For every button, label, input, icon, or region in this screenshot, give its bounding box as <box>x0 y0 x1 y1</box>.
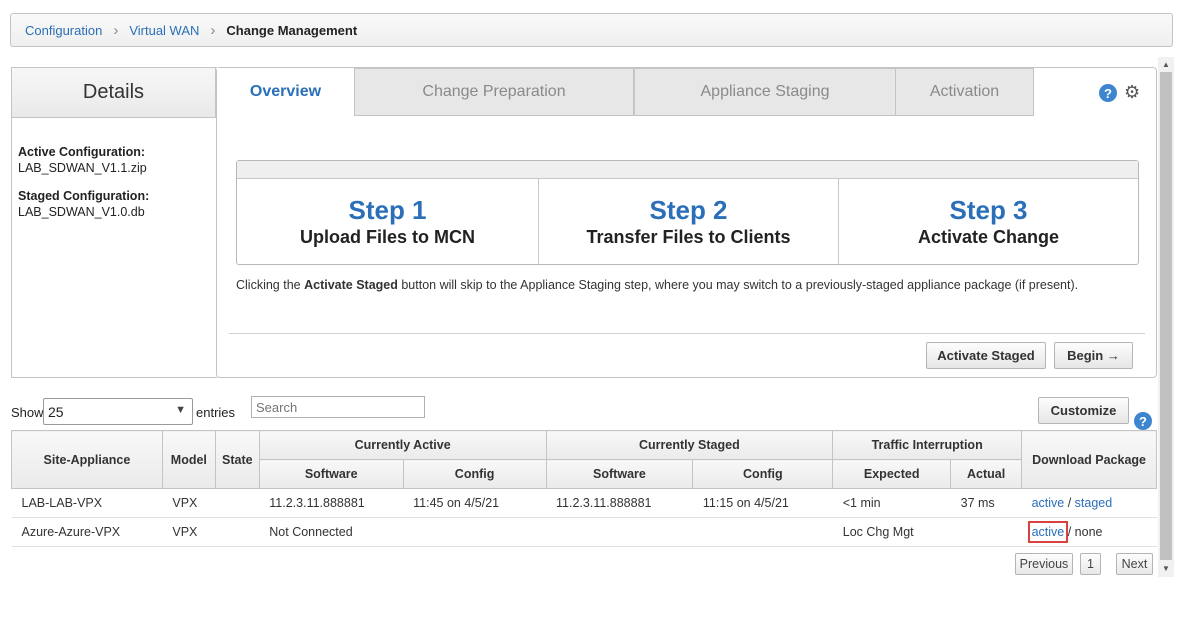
staged-config-value: LAB_SDWAN_V1.0.db <box>18 205 145 219</box>
appliance-table: Site-Appliance Model State Currently Act… <box>11 430 1157 547</box>
cell-site: Azure-Azure-VPX <box>11 517 163 547</box>
activate-staged-info: Clicking the Activate Staged button will… <box>236 278 1078 292</box>
activate-staged-button[interactable]: Activate Staged <box>926 342 1046 369</box>
header-download-package: Download Package <box>1021 430 1157 489</box>
download-separator: / <box>1067 525 1072 539</box>
change-management-wizard: Overview Change Preparation Appliance St… <box>216 67 1157 378</box>
cell-expected: <1 min <box>832 488 951 518</box>
header-actual[interactable]: Actual <box>950 459 1023 489</box>
header-staged-software[interactable]: Software <box>545 459 694 489</box>
gear-icon[interactable]: ⚙ <box>1124 83 1140 101</box>
cell-active-software: Not Connected <box>259 517 404 547</box>
cell-staged-config: 11:15 on 4/5/21 <box>692 488 833 518</box>
chevron-right-icon: › <box>113 21 119 39</box>
header-traffic-interruption: Traffic Interruption <box>832 430 1023 460</box>
details-title: Details <box>11 67 216 118</box>
cell-site: LAB-LAB-VPX <box>11 488 163 518</box>
scroll-up-icon[interactable]: ▲ <box>1160 59 1172 71</box>
header-active-software[interactable]: Software <box>258 459 404 489</box>
entries-label: entries <box>196 405 236 420</box>
cell-staged-config <box>692 517 833 547</box>
page-number-button[interactable]: 1 <box>1080 553 1101 575</box>
chevron-right-icon: › <box>210 21 216 39</box>
cell-active-config: 11:45 on 4/5/21 <box>403 488 547 518</box>
download-none-text: none <box>1074 525 1103 539</box>
page-size-select[interactable]: 25 ▼ <box>43 398 193 425</box>
cell-staged-software: 11.2.3.11.888881 <box>546 488 693 518</box>
cell-actual <box>950 517 1022 547</box>
tab-change-preparation[interactable]: Change Preparation <box>354 68 634 116</box>
details-body: Active Configuration: LAB_SDWAN_V1.1.zip… <box>12 118 217 220</box>
info-prefix: Clicking the <box>236 278 305 292</box>
cell-active-software: 11.2.3.11.888881 <box>259 488 404 518</box>
cell-model: VPX <box>162 488 216 518</box>
table-help-icon[interactable]: ? <box>1134 412 1152 430</box>
cell-staged-software <box>546 517 693 547</box>
header-currently-active: Currently Active <box>258 430 547 460</box>
step-3: Step 3 Activate Change <box>838 179 1138 264</box>
begin-button[interactable]: Begin → <box>1054 342 1133 369</box>
scroll-down-icon[interactable]: ▼ <box>1160 563 1172 575</box>
search-input[interactable] <box>251 396 425 418</box>
scroll-thumb[interactable] <box>1160 72 1172 560</box>
step-2: Step 2 Transfer Files to Clients <box>538 179 838 264</box>
step-description: Transfer Files to Clients <box>586 226 791 247</box>
step-number: Step 2 <box>649 194 728 225</box>
download-staged-link[interactable]: staged <box>1075 496 1113 510</box>
step-description: Upload Files to MCN <box>300 226 475 247</box>
cell-model: VPX <box>162 517 216 547</box>
step-description: Activate Change <box>917 226 1060 247</box>
breadcrumb-virtual-wan[interactable]: Virtual WAN <box>129 23 199 38</box>
cell-expected: Loc Chg Mgt <box>832 517 951 547</box>
details-panel: Details Active Configuration: LAB_SDWAN_… <box>11 67 217 378</box>
tab-overview[interactable]: Overview <box>217 68 354 116</box>
step-number: Step 1 <box>348 194 427 225</box>
help-icon[interactable]: ? <box>1099 84 1117 102</box>
steps-box: Step 1 Upload Files to MCN Step 2 Transf… <box>236 160 1139 265</box>
table-row: LAB-LAB-VPX VPX 11.2.3.11.888881 11:45 o… <box>11 488 1157 518</box>
header-active-config[interactable]: Config <box>402 459 547 489</box>
header-model[interactable]: Model <box>161 430 216 489</box>
next-page-button[interactable]: Next <box>1116 553 1153 575</box>
info-suffix: button will skip to the Appliance Stagin… <box>397 278 1079 292</box>
header-expected[interactable]: Expected <box>832 459 952 489</box>
active-config-label: Active Configuration: <box>18 145 146 159</box>
show-label: Show <box>11 405 44 420</box>
info-bold: Activate Staged <box>304 278 398 292</box>
cell-state <box>215 517 260 547</box>
chevron-down-icon: ▼ <box>175 404 186 416</box>
header-state[interactable]: State <box>214 430 260 489</box>
tab-appliance-staging[interactable]: Appliance Staging <box>634 68 896 116</box>
cell-active-config <box>403 517 547 547</box>
cell-actual: 37 ms <box>950 488 1022 518</box>
table-row: Azure-Azure-VPX VPX Not Connected Loc Ch… <box>11 517 1157 547</box>
cell-state <box>215 488 260 518</box>
step-1: Step 1 Upload Files to MCN <box>237 179 538 264</box>
steps-header-strip <box>237 161 1138 179</box>
customize-button[interactable]: Customize <box>1038 397 1129 424</box>
download-active-link[interactable]: active <box>1032 496 1065 510</box>
breadcrumb: Configuration › Virtual WAN › Change Man… <box>10 13 1173 47</box>
header-currently-staged: Currently Staged <box>545 430 834 460</box>
header-site-appliance[interactable]: Site-Appliance <box>11 430 163 489</box>
divider <box>229 333 1145 334</box>
step-number: Step 3 <box>949 194 1028 225</box>
staged-config-label: Staged Configuration: <box>18 189 150 203</box>
download-active-link[interactable]: active <box>1027 521 1069 543</box>
cell-download: active / none <box>1021 517 1157 547</box>
active-config-value: LAB_SDWAN_V1.1.zip <box>18 161 147 175</box>
tab-activation[interactable]: Activation <box>895 68 1034 116</box>
previous-page-button[interactable]: Previous <box>1015 553 1073 575</box>
breadcrumb-configuration[interactable]: Configuration <box>25 23 102 38</box>
wizard-tabs: Overview Change Preparation Appliance St… <box>217 68 1156 116</box>
cell-download: active / staged <box>1021 488 1157 518</box>
breadcrumb-current: Change Management <box>226 22 358 38</box>
header-staged-config[interactable]: Config <box>692 459 834 489</box>
page-size-value: 25 <box>48 403 64 420</box>
download-separator: / <box>1067 496 1072 510</box>
